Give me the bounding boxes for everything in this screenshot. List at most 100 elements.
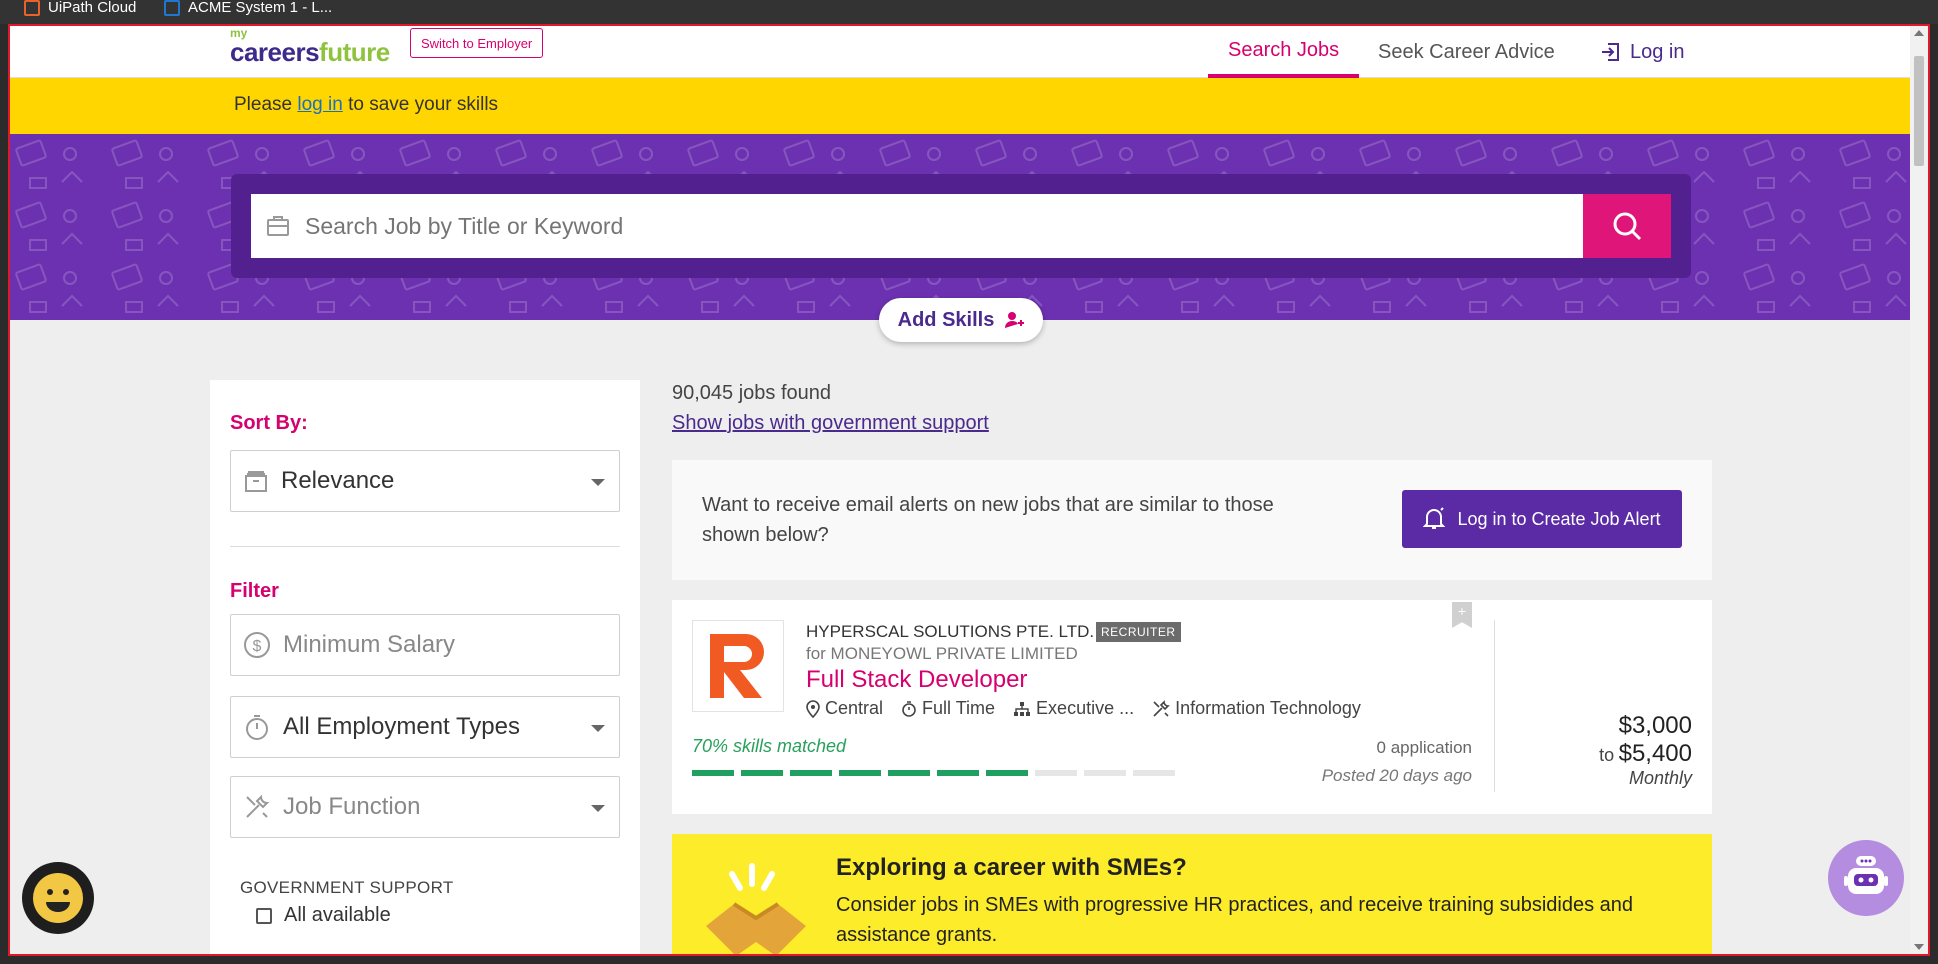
scrollbar-thumb[interactable] — [1914, 56, 1924, 166]
chevron-down-icon — [591, 479, 605, 486]
add-skills-button[interactable]: Add Skills — [879, 298, 1043, 342]
nav-search-jobs[interactable]: Search Jobs — [1208, 26, 1360, 78]
job-employment-label: Full Time — [922, 698, 996, 718]
add-person-icon — [1005, 312, 1025, 328]
sort-by-heading: Sort By: — [230, 412, 308, 434]
salary-range: $3,000 to $5,400 Monthly — [1599, 712, 1692, 789]
job-listing-card[interactable]: HYPERSCAL SOLUTIONS PTE. LTD. RECRUITER … — [672, 600, 1712, 814]
archive-icon — [245, 471, 267, 492]
search-input[interactable] — [305, 212, 1505, 240]
government-support-link[interactable]: Show jobs with government support — [672, 412, 989, 435]
checkbox[interactable] — [256, 907, 272, 924]
filter-sidebar: Sort By: Relevance Filter $ Minimum Sala… — [210, 380, 640, 954]
job-function-select[interactable]: Job Function — [230, 776, 620, 838]
chatbot-button[interactable] — [1828, 840, 1904, 916]
skill-bar-segment — [692, 770, 734, 776]
taskbar-item-uipath-cloud[interactable]: UiPath Cloud — [24, 0, 136, 24]
skill-bar-segment — [888, 770, 930, 776]
company-name: HYPERSCAL SOLUTIONS PTE. LTD. — [806, 622, 1095, 641]
skill-bar-segment — [986, 770, 1028, 776]
save-skills-banner: Please log in to save your skills — [10, 78, 1910, 134]
browser-viewport: my careersfuture Switch to Employer Sear… — [8, 24, 1930, 956]
job-employment-type: Full Time — [901, 698, 995, 719]
search-button[interactable] — [1583, 194, 1671, 258]
job-location: Central — [806, 698, 883, 719]
salary-to: to — [1599, 745, 1615, 765]
login-icon — [1602, 43, 1619, 61]
switch-to-employer-button[interactable]: Switch to Employer — [410, 28, 544, 58]
chevron-down-icon — [591, 725, 605, 732]
smiley-icon — [33, 873, 83, 923]
create-job-alert-button[interactable]: Log in to Create Job Alert — [1402, 490, 1682, 548]
recruiter-badge: RECRUITER — [1096, 622, 1181, 642]
salary-min: $3,000 — [1618, 712, 1692, 739]
skill-bar-segment — [1084, 770, 1126, 776]
logo-careers: careers — [230, 37, 320, 67]
bell-icon — [1423, 507, 1446, 529]
taskbar-item-label: ACME System 1 - L... — [188, 0, 333, 16]
scroll-down-icon[interactable] — [1914, 944, 1924, 950]
job-location-label: Central — [825, 698, 884, 718]
banner-login-link[interactable]: log in — [297, 94, 342, 115]
robot-icon — [1844, 856, 1888, 894]
nav-seek-career-advice[interactable]: Seek Career Advice — [1378, 26, 1555, 78]
sidebar-divider — [230, 546, 620, 547]
skills-match-label: 70% skills matched — [692, 736, 847, 756]
sme-promo-card[interactable]: Exploring a career with SMEs? Consider j… — [672, 834, 1712, 954]
search-field[interactable] — [251, 194, 1583, 258]
dollar-icon: $ — [244, 632, 270, 658]
bookmark-icon[interactable]: + — [1452, 602, 1472, 628]
sort-value: Relevance — [281, 467, 395, 494]
search-bar-container — [231, 174, 1691, 278]
skills-match-bar — [692, 770, 1175, 776]
location-pin-icon — [806, 699, 820, 718]
application-count: 0 application — [1376, 738, 1472, 757]
nav-search-jobs-label: Search Jobs — [1228, 38, 1340, 61]
government-support-heading: GOVERNMENT SUPPORT — [240, 878, 454, 897]
chevron-down-icon — [591, 805, 605, 812]
card-divider — [1494, 620, 1495, 792]
uipath-icon — [164, 0, 180, 16]
minimum-salary-field[interactable]: $ Minimum Salary — [230, 614, 620, 676]
uipath-icon — [24, 0, 40, 16]
salary-max: $5,400 — [1618, 740, 1692, 767]
minimum-salary-placeholder: Minimum Salary — [283, 631, 456, 658]
nav-career-advice-label: Seek Career Advice — [1378, 40, 1555, 63]
scroll-up-icon[interactable] — [1914, 30, 1924, 36]
nav-login[interactable]: Log in — [1600, 26, 1685, 78]
skill-bar-segment — [1035, 770, 1077, 776]
taskbar-item-label: UiPath Cloud — [48, 0, 137, 16]
job-function-value: Job Function — [283, 793, 421, 820]
briefcase-icon — [267, 216, 289, 236]
handshake-icon — [706, 863, 806, 954]
taskbar-bottom — [0, 956, 1938, 964]
page-scrollbar[interactable] — [1910, 26, 1928, 954]
employment-type-select[interactable]: All Employment Types — [230, 696, 620, 758]
employment-type-value: All Employment Types — [283, 713, 520, 740]
job-category-label: Information Technology — [1175, 698, 1361, 718]
sort-select[interactable]: Relevance — [230, 450, 620, 512]
sme-title: Exploring a career with SMEs? — [836, 854, 1187, 881]
job-title[interactable]: Full Stack Developer — [806, 666, 1027, 694]
stopwatch-icon — [246, 715, 268, 740]
gov-option-label: All available — [284, 904, 391, 926]
banner-prefix: Please — [234, 94, 293, 115]
skill-bar-segment — [790, 770, 832, 776]
svg-text:$: $ — [253, 638, 262, 655]
careersfuture-logo[interactable]: my careersfuture — [230, 27, 390, 67]
feedback-button[interactable] — [22, 862, 94, 934]
tools-icon — [1153, 699, 1171, 717]
site-header: my careersfuture Switch to Employer Sear… — [10, 26, 1910, 78]
banner-suffix: to save your skills — [348, 94, 499, 115]
stopwatch-icon — [902, 700, 916, 717]
job-meta: Central Full Time Executive ... Informat… — [806, 698, 1361, 719]
job-alert-text: Want to receive email alerts on new jobs… — [702, 494, 1274, 546]
hyperscal-logo-icon — [710, 634, 764, 698]
skill-bar-segment — [1133, 770, 1175, 776]
search-icon — [1613, 212, 1642, 241]
taskbar-item-acme-system[interactable]: ACME System 1 - L... — [164, 0, 332, 24]
create-job-alert-label: Log in to Create Job Alert — [1457, 508, 1661, 529]
gov-support-all-available[interactable]: All available — [256, 904, 391, 927]
for-company: for MONEYOWL PRIVATE LIMITED — [806, 644, 1078, 663]
job-level: Executive ... — [1013, 698, 1134, 719]
